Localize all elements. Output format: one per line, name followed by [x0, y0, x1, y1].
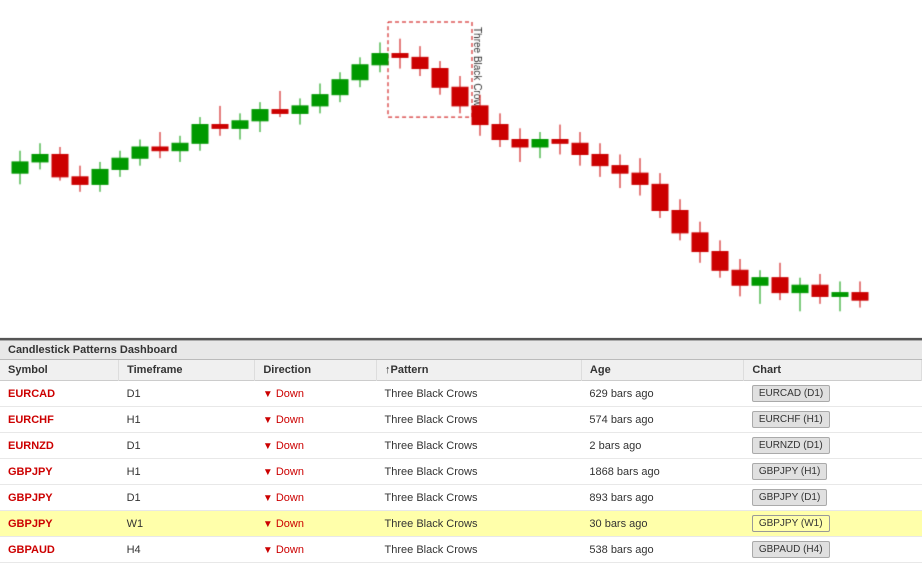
cell-chart[interactable]: GBPJPY (H1)	[744, 459, 922, 485]
table-row[interactable]: GBPJPY W1 ▼ Down Three Black Crows 30 ba…	[0, 511, 922, 537]
cell-direction: ▼ Down	[255, 459, 377, 485]
cell-timeframe: D1	[119, 381, 255, 407]
chart-button[interactable]: EURNZD (D1)	[752, 437, 830, 454]
cell-symbol: EURCAD	[0, 381, 119, 407]
cell-pattern: Three Black Crows	[377, 381, 582, 407]
cell-direction: ▼ Down	[255, 407, 377, 433]
cell-chart[interactable]: GBPAUD (H4)	[744, 537, 922, 563]
cell-timeframe: H1	[119, 407, 255, 433]
cell-chart[interactable]: EURNZD (D1)	[744, 433, 922, 459]
cell-chart[interactable]: GBPJPY (D1)	[744, 485, 922, 511]
cell-direction: ▼ Down	[255, 433, 377, 459]
cell-age: 538 bars ago	[581, 537, 743, 563]
cell-symbol: GBPAUD	[0, 537, 119, 563]
patterns-table: Symbol Timeframe Direction ↑Pattern Age …	[0, 360, 922, 563]
cell-age: 30 bars ago	[581, 511, 743, 537]
chart-area: GBPJPY,Weekly 160.580 162.560 159.905 16…	[0, 0, 922, 340]
col-age: Age	[581, 360, 743, 381]
table-row[interactable]: GBPJPY H1 ▼ Down Three Black Crows 1868 …	[0, 459, 922, 485]
cell-symbol: GBPJPY	[0, 485, 119, 511]
cell-pattern: Three Black Crows	[377, 459, 582, 485]
table-row[interactable]: EURCAD D1 ▼ Down Three Black Crows 629 b…	[0, 381, 922, 407]
cell-symbol: EURCHF	[0, 407, 119, 433]
cell-direction: ▼ Down	[255, 485, 377, 511]
cell-pattern: Three Black Crows	[377, 537, 582, 563]
cell-timeframe: W1	[119, 511, 255, 537]
cell-pattern: Three Black Crows	[377, 433, 582, 459]
chart-button[interactable]: EURCAD (D1)	[752, 385, 830, 402]
cell-age: 629 bars ago	[581, 381, 743, 407]
cell-direction: ▼ Down	[255, 381, 377, 407]
table-row[interactable]: GBPJPY D1 ▼ Down Three Black Crows 893 b…	[0, 485, 922, 511]
col-timeframe: Timeframe	[119, 360, 255, 381]
cell-age: 2 bars ago	[581, 433, 743, 459]
cell-direction: ▼ Down	[255, 537, 377, 563]
cell-pattern: Three Black Crows	[377, 511, 582, 537]
cell-symbol: EURNZD	[0, 433, 119, 459]
dashboard-title: Candlestick Patterns Dashboard	[0, 341, 922, 360]
cell-timeframe: D1	[119, 485, 255, 511]
cell-symbol: GBPJPY	[0, 511, 119, 537]
table-row[interactable]: EURCHF H1 ▼ Down Three Black Crows 574 b…	[0, 407, 922, 433]
cell-chart[interactable]: EURCHF (H1)	[744, 407, 922, 433]
table-container[interactable]: Symbol Timeframe Direction ↑Pattern Age …	[0, 360, 922, 580]
table-row[interactable]: EURNZD D1 ▼ Down Three Black Crows 2 bar…	[0, 433, 922, 459]
cell-age: 1868 bars ago	[581, 459, 743, 485]
cell-timeframe: D1	[119, 433, 255, 459]
cell-timeframe: H1	[119, 459, 255, 485]
col-pattern: ↑Pattern	[377, 360, 582, 381]
col-chart: Chart	[744, 360, 922, 381]
cell-chart[interactable]: GBPJPY (W1)	[744, 511, 922, 537]
table-header: Symbol Timeframe Direction ↑Pattern Age …	[0, 360, 922, 381]
cell-age: 893 bars ago	[581, 485, 743, 511]
chart-button[interactable]: EURCHF (H1)	[752, 411, 830, 428]
chart-button[interactable]: GBPJPY (H1)	[752, 463, 828, 480]
chart-button[interactable]: GBPJPY (D1)	[752, 489, 828, 506]
cell-symbol: GBPJPY	[0, 459, 119, 485]
cell-timeframe: H4	[119, 537, 255, 563]
chart-button[interactable]: GBPAUD (H4)	[752, 541, 830, 558]
col-symbol: Symbol	[0, 360, 119, 381]
cell-pattern: Three Black Crows	[377, 407, 582, 433]
cell-age: 574 bars ago	[581, 407, 743, 433]
dashboard: Candlestick Patterns Dashboard Symbol Ti…	[0, 340, 922, 580]
col-direction: Direction	[255, 360, 377, 381]
table-body: EURCAD D1 ▼ Down Three Black Crows 629 b…	[0, 381, 922, 563]
cell-direction: ▼ Down	[255, 511, 377, 537]
cell-chart[interactable]: EURCAD (D1)	[744, 381, 922, 407]
chart-button[interactable]: GBPJPY (W1)	[752, 515, 830, 532]
cell-pattern: Three Black Crows	[377, 485, 582, 511]
table-row[interactable]: GBPAUD H4 ▼ Down Three Black Crows 538 b…	[0, 537, 922, 563]
